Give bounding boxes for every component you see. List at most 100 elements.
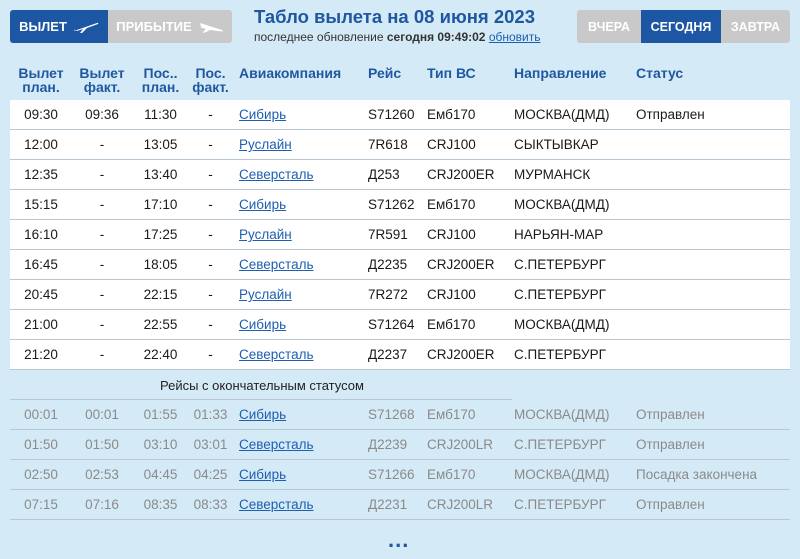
- table-row[interactable]: 15:15 - 17:10 - Сибирь S71262 Емб170 МОСКВА(ДМД…: [10, 190, 790, 220]
- departure-tab[interactable]: ВЫЛЕТ: [10, 10, 108, 43]
- table-row[interactable]: 01:50 01:50 03:10 03:01 Северсталь Д2239 CRJ20…: [10, 430, 790, 460]
- cell-flight: S71260: [368, 107, 415, 122]
- table-row[interactable]: 12:35 - 13:40 - Северсталь Д253 CRJ200ER МУРМАН…: [10, 160, 790, 190]
- cell-aircraft: Емб170: [427, 197, 476, 212]
- column-header-line: Направление: [514, 65, 607, 81]
- airline-link[interactable]: Сибирь: [239, 317, 286, 332]
- table-row[interactable]: 09:30 09:36 11:30 - Сибирь S71260 Емб170 МОСКВА…: [10, 100, 790, 130]
- cell-dep-plan: 15:15: [24, 197, 58, 212]
- airline-link[interactable]: Северсталь: [239, 437, 314, 452]
- cell-destination: СЫКТЫВКАР: [514, 137, 599, 152]
- cell-dep-fact: -: [99, 347, 105, 362]
- airline-link[interactable]: Сибирь: [239, 467, 286, 482]
- cell-dep-plan: 21:20: [24, 347, 58, 362]
- cell-flight: S71262: [368, 197, 415, 212]
- cell-airline: Сибирь: [232, 317, 368, 332]
- cell-dep-fact: -: [99, 167, 105, 182]
- cell-arr-plan: 18:05: [143, 257, 178, 272]
- column-header-aircraft: Тип ВС: [427, 58, 514, 80]
- cell-aircraft: CRJ100: [427, 137, 476, 152]
- day-tab-yesterday[interactable]: ВЧЕРА: [577, 10, 641, 43]
- cell-dep-plan: 16:10: [24, 227, 58, 242]
- cell-airline: Северсталь: [232, 497, 368, 512]
- final-status-section: Рейсы с окончательным статусом: [10, 370, 790, 400]
- airline-link[interactable]: Северсталь: [239, 167, 314, 182]
- table-row[interactable]: 21:00 - 22:55 - Сибирь S71264 Емб170 МОСКВА(ДМД…: [10, 310, 790, 340]
- cell-dep-fact: -: [99, 227, 105, 242]
- cell-dep-plan: 02:50: [24, 467, 58, 482]
- airline-link[interactable]: Руслайн: [239, 227, 292, 242]
- cell-dep-plan: 01:50: [24, 437, 58, 452]
- arrival-tab[interactable]: ПРИБЫТИЕ: [108, 10, 232, 43]
- table-row[interactable]: 07:15 07:16 08:35 08:33 Северсталь Д2231 CRJ20…: [10, 490, 790, 520]
- airline-link[interactable]: Сибирь: [239, 107, 286, 122]
- column-header-line: Авиакомпания: [239, 65, 342, 81]
- cell-dep-fact: -: [99, 197, 105, 212]
- cell-arr-plan: 22:40: [143, 347, 178, 362]
- cell-status: Отправлен: [636, 107, 705, 122]
- table-row[interactable]: 16:10 - 17:25 - Руслайн 7R591 CRJ100 НАРЬЯН-МАР: [10, 220, 790, 250]
- cell-dep-plan: 21:00: [24, 317, 58, 332]
- final-flights: 00:01 00:01 01:55 01:33 Сибирь S71268 Емб170 МО…: [10, 400, 790, 520]
- column-header-airline: Авиакомпания: [232, 58, 368, 80]
- cell-arr-plan: 13:40: [143, 167, 178, 182]
- airline-link[interactable]: Сибирь: [239, 407, 286, 422]
- cell-arr-fact: -: [208, 317, 213, 332]
- column-header-line: Пос..: [143, 65, 178, 81]
- cell-status: Посадка закончена: [636, 467, 758, 482]
- cell-arr-fact: -: [208, 107, 213, 122]
- cell-arr-plan: 04:45: [143, 467, 178, 482]
- cell-dep-fact: 07:16: [85, 497, 119, 512]
- cell-aircraft: CRJ200ER: [427, 167, 495, 182]
- cell-destination: С.ПЕТЕРБУРГ: [514, 437, 606, 452]
- cell-arr-fact: 03:01: [193, 437, 228, 452]
- airline-link[interactable]: Северсталь: [239, 257, 314, 272]
- table-row[interactable]: 02:50 02:53 04:45 04:25 Сибирь S71266 Емб170 МО…: [10, 460, 790, 490]
- departures-table: Вылет план. Вылет факт. Пос.. план. Пос. факт. А…: [10, 58, 790, 520]
- refresh-link[interactable]: обновить: [489, 30, 541, 44]
- airline-link[interactable]: Руслайн: [239, 137, 292, 152]
- column-header-line: план.: [141, 79, 180, 95]
- day-tab-today[interactable]: СЕГОДНЯ: [641, 10, 721, 43]
- table-row[interactable]: 21:20 - 22:40 - Северсталь Д2237 CRJ200ER С.ПЕТ…: [10, 340, 790, 370]
- cell-dep-fact: -: [99, 317, 105, 332]
- cell-dep-plan: 07:15: [24, 497, 58, 512]
- airline-link[interactable]: Руслайн: [239, 287, 292, 302]
- cell-status: Отправлен: [636, 497, 705, 512]
- cell-aircraft: CRJ200LR: [427, 497, 494, 512]
- cell-aircraft: CRJ100: [427, 287, 476, 302]
- airline-link[interactable]: Северсталь: [239, 347, 314, 362]
- table-row[interactable]: 20:45 - 22:15 - Руслайн 7R272 CRJ100 С.ПЕТЕРБУР…: [10, 280, 790, 310]
- cell-flight: Д2235: [368, 257, 408, 272]
- cell-destination: НАРЬЯН-МАР: [514, 227, 604, 242]
- table-row[interactable]: 12:00 - 13:05 - Руслайн 7R618 CRJ100 СЫКТЫВКАР: [10, 130, 790, 160]
- cell-airline: Сибирь: [232, 197, 368, 212]
- table-row[interactable]: 00:01 00:01 01:55 01:33 Сибирь S71268 Емб170 МО…: [10, 400, 790, 430]
- cell-airline: Сибирь: [232, 467, 368, 482]
- cell-dep-plan: 09:30: [24, 107, 58, 122]
- column-header-destination: Направление: [514, 58, 636, 80]
- table-row[interactable]: 16:45 - 18:05 - Северсталь Д2235 CRJ200ER С.ПЕТ…: [10, 250, 790, 280]
- airline-link[interactable]: Сибирь: [239, 197, 286, 212]
- column-header-line: Вылет: [18, 65, 64, 81]
- arrival-tab-label: ПРИБЫТИЕ: [116, 19, 192, 34]
- cell-airline: Северсталь: [232, 167, 368, 182]
- cell-aircraft: Емб170: [427, 467, 476, 482]
- show-more-button[interactable]: ...: [388, 527, 409, 553]
- cell-arr-plan: 03:10: [143, 437, 178, 452]
- cell-arr-plan: 17:10: [143, 197, 178, 212]
- cell-destination: МОСКВА(ДМД): [514, 407, 610, 422]
- current-flights: 09:30 09:36 11:30 - Сибирь S71260 Емб170 МОСКВА…: [10, 100, 790, 370]
- cell-arr-fact: 01:33: [193, 407, 228, 422]
- day-tab-tomorrow[interactable]: ЗАВТРА: [721, 10, 790, 43]
- cell-airline: Сибирь: [232, 107, 368, 122]
- cell-aircraft: CRJ200ER: [427, 257, 495, 272]
- airline-link[interactable]: Северсталь: [239, 497, 314, 512]
- cell-arr-plan: 13:05: [143, 137, 178, 152]
- cell-arr-fact: -: [208, 197, 213, 212]
- column-header-dep-plan: Вылет план.: [10, 58, 72, 94]
- cell-destination: С.ПЕТЕРБУРГ: [514, 347, 606, 362]
- cell-dep-plan: 20:45: [24, 287, 58, 302]
- column-header-line: Статус: [636, 65, 684, 81]
- column-header-line: Вылет: [79, 65, 125, 81]
